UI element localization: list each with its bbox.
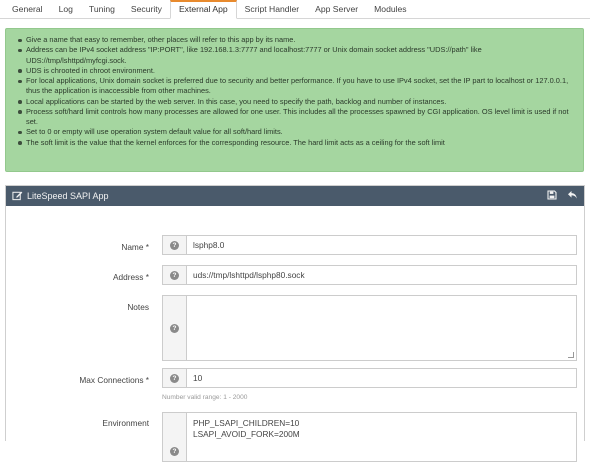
tab-tuning[interactable]: Tuning <box>81 0 123 18</box>
address-help[interactable]: ? <box>162 265 186 285</box>
save-icon[interactable] <box>547 190 557 202</box>
name-help[interactable]: ? <box>162 235 186 255</box>
help-icon: ? <box>170 373 179 383</box>
max-connections-input[interactable]: 10 <box>186 368 577 388</box>
tab-log[interactable]: Log <box>51 0 81 18</box>
notes-textarea[interactable] <box>186 295 577 361</box>
name-input[interactable]: lsphp8.0 <box>186 235 577 255</box>
help-icon: ? <box>170 447 179 456</box>
tab-bar: General Log Tuning Security External App… <box>0 0 590 19</box>
help-info-box: Give a name that easy to remember, other… <box>5 28 584 172</box>
back-icon[interactable] <box>567 190 578 202</box>
info-item: Give a name that easy to remember, other… <box>18 35 575 45</box>
tab-script-handler[interactable]: Script Handler <box>237 0 307 18</box>
address-input[interactable]: uds://tmp/lshttpd/lsphp80.sock <box>186 265 577 285</box>
info-item: Address can be IPv4 socket address "IP:P… <box>18 45 575 66</box>
name-label: Name * <box>121 242 149 252</box>
help-icon: ? <box>170 240 179 250</box>
resize-handle[interactable] <box>568 352 574 358</box>
info-item: Set to 0 or empty will use operation sys… <box>18 127 575 137</box>
info-item: The soft limit is the value that the ker… <box>18 138 575 148</box>
tab-external-app[interactable]: External App <box>169 0 237 19</box>
max-connections-label: Max Connections * <box>79 375 149 385</box>
info-item: For local applications, Unix domain sock… <box>18 76 575 97</box>
max-connections-help[interactable]: ? <box>162 368 186 388</box>
info-item: UDS is chrooted in chroot environment. <box>18 66 575 76</box>
address-label: Address * <box>113 272 149 282</box>
panel-title: LiteSpeed SAPI App <box>27 191 109 201</box>
info-item: Process soft/hard limit controls how man… <box>18 107 575 128</box>
panel-header: LiteSpeed SAPI App <box>6 186 584 206</box>
help-icon: ? <box>170 323 179 333</box>
environment-help[interactable]: ? <box>162 412 186 462</box>
tab-general[interactable]: General <box>4 0 51 18</box>
environment-line: LSAPI_AVOID_FORK=200M <box>193 429 300 439</box>
tab-app-server[interactable]: App Server <box>307 0 366 18</box>
max-connections-hint: Number valid range: 1 - 2000 <box>162 394 248 401</box>
sapi-app-panel: LiteSpeed SAPI App Name * ? lsphp8.0 Add… <box>5 185 585 462</box>
environment-label: Environment <box>102 418 149 428</box>
environment-line: PHP_LSAPI_CHILDREN=10 <box>193 418 300 428</box>
edit-icon <box>12 190 23 203</box>
notes-label: Notes <box>127 302 149 312</box>
notes-help[interactable]: ? <box>162 295 186 361</box>
tab-security[interactable]: Security <box>123 0 170 18</box>
help-icon: ? <box>170 270 179 280</box>
environment-textarea[interactable]: PHP_LSAPI_CHILDREN=10 LSAPI_AVOID_FORK=2… <box>186 412 577 462</box>
info-item: Local applications can be started by the… <box>18 97 575 107</box>
tab-modules[interactable]: Modules <box>366 0 414 18</box>
